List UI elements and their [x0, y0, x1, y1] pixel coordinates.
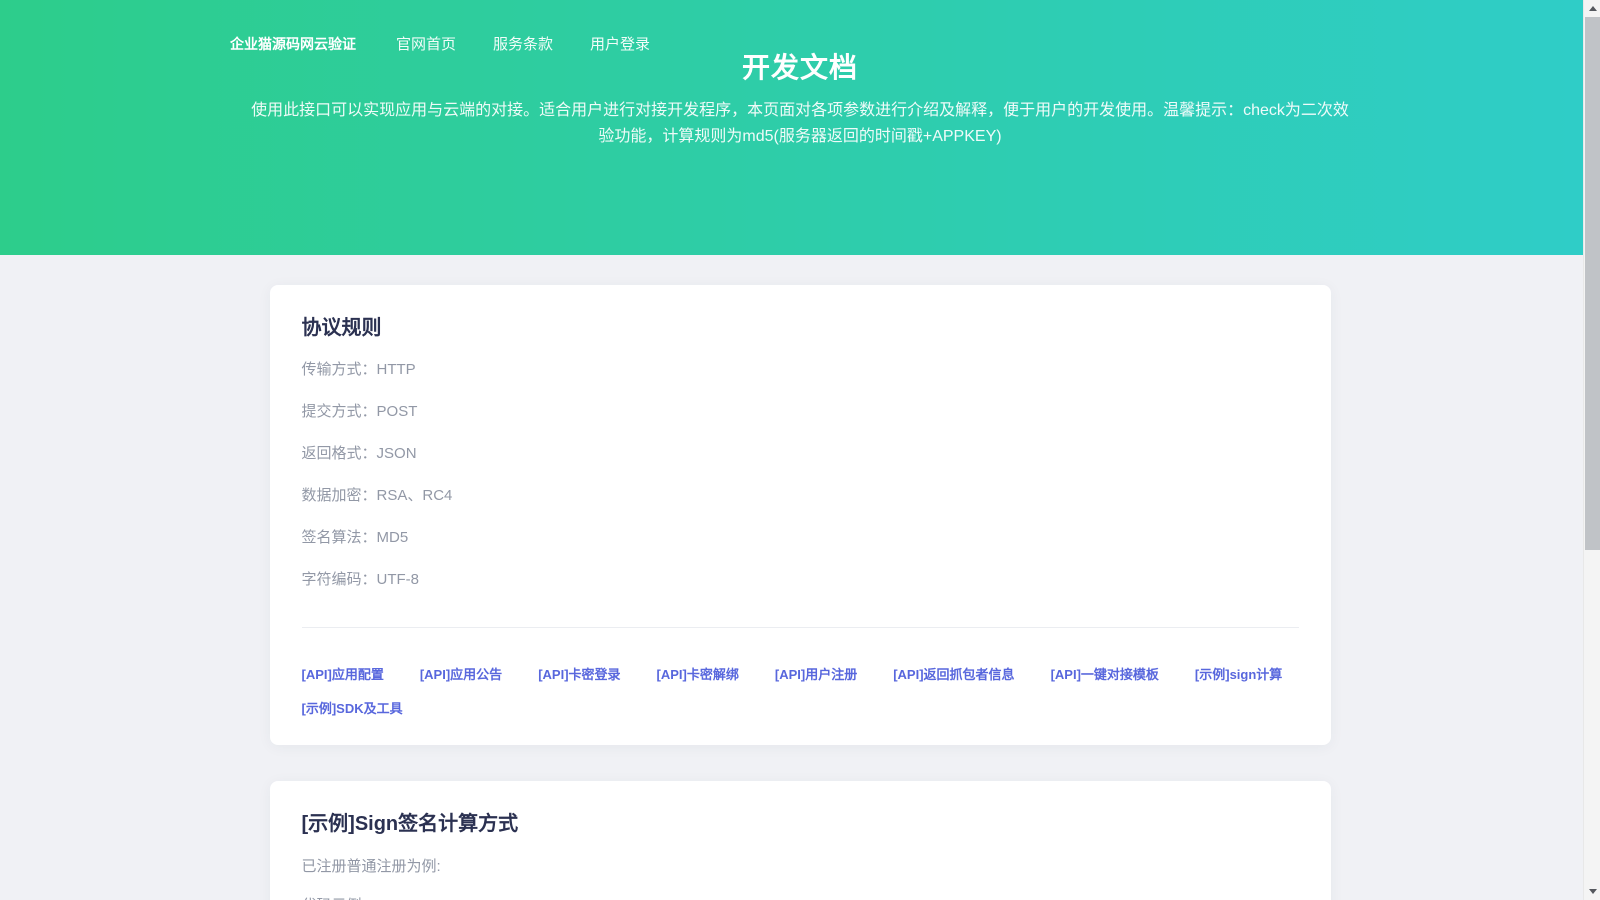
api-link-app-notice[interactable]: [API]应用公告 — [420, 664, 502, 683]
protocol-rules-title: 协议规则 — [302, 311, 1299, 340]
api-link-card-unbind[interactable]: [API]卡密解绑 — [657, 664, 739, 683]
api-link-card-login[interactable]: [API]卡密登录 — [538, 664, 620, 683]
page-description: 使用此接口可以实现应用与云端的对接。适合用户进行对接开发程序，本页面对各项参数进… — [250, 98, 1350, 150]
nav-link-home[interactable]: 官网首页 — [396, 33, 456, 54]
rule-value: RSA、RC4 — [377, 487, 453, 504]
nav-link-terms[interactable]: 服务条款 — [493, 33, 553, 54]
rule-label: 返回格式： — [302, 445, 377, 462]
rule-encryption: 数据加密：RSA、RC4 — [302, 488, 1299, 503]
api-link-user-register[interactable]: [API]用户注册 — [775, 664, 857, 683]
scroll-up-icon — [1589, 6, 1597, 11]
rule-value: JSON — [377, 445, 417, 462]
api-link-app-config[interactable]: [API]应用配置 — [302, 664, 384, 683]
divider — [302, 627, 1299, 628]
main-content: 协议规则 传输方式：HTTP 提交方式：POST 返回格式：JSON 数据加密：… — [0, 255, 1600, 900]
scroll-down-icon — [1589, 889, 1597, 894]
scrollbar-up-button[interactable] — [1584, 0, 1600, 17]
sign-example-title: [示例]Sign签名计算方式 — [302, 807, 1299, 836]
api-link-capture-info[interactable]: [API]返回抓包者信息 — [893, 664, 1014, 683]
scrollbar-down-button[interactable] — [1584, 883, 1600, 900]
api-link-onekey-template[interactable]: [API]一键对接模板 — [1051, 664, 1159, 683]
scrollbar-thumb[interactable] — [1585, 17, 1600, 550]
rule-label: 提交方式： — [302, 403, 377, 420]
rule-value: UTF-8 — [377, 571, 420, 588]
rule-charset: 字符编码：UTF-8 — [302, 572, 1299, 587]
api-link-sign-example[interactable]: [示例]sign计算 — [1195, 664, 1282, 683]
rule-label: 数据加密： — [302, 487, 377, 504]
rule-transport: 传输方式：HTTP — [302, 362, 1299, 377]
brand-link[interactable]: 企业猫源码网云验证 — [230, 34, 356, 54]
nav-link-login[interactable]: 用户登录 — [590, 33, 650, 54]
rule-label: 签名算法： — [302, 529, 377, 546]
sign-example-subtitle: 已注册普通注册为例: — [302, 858, 1299, 875]
rule-label: 传输方式： — [302, 361, 377, 378]
hero-header: 企业猫源码网云验证 官网首页 服务条款 用户登录 开发文档 使用此接口可以实现应… — [0, 0, 1600, 255]
rule-method: 提交方式：POST — [302, 404, 1299, 419]
scrollbar[interactable] — [1583, 0, 1600, 900]
sign-example-card: [示例]Sign签名计算方式 已注册普通注册为例: 代码示例: — [270, 781, 1331, 900]
page: 企业猫源码网云验证 官网首页 服务条款 用户登录 开发文档 使用此接口可以实现应… — [0, 0, 1600, 900]
protocol-rules-card: 协议规则 传输方式：HTTP 提交方式：POST 返回格式：JSON 数据加密：… — [270, 285, 1331, 745]
rule-signature: 签名算法：MD5 — [302, 530, 1299, 545]
api-link-sdk-tools[interactable]: [示例]SDK及工具 — [302, 698, 403, 717]
rule-value: POST — [377, 403, 418, 420]
rule-label: 字符编码： — [302, 571, 377, 588]
rule-format: 返回格式：JSON — [302, 446, 1299, 461]
rule-value: MD5 — [377, 529, 409, 546]
api-links-row: [API]应用配置 [API]应用公告 [API]卡密登录 [API]卡密解绑 … — [302, 664, 1299, 717]
rule-value: HTTP — [377, 361, 416, 378]
